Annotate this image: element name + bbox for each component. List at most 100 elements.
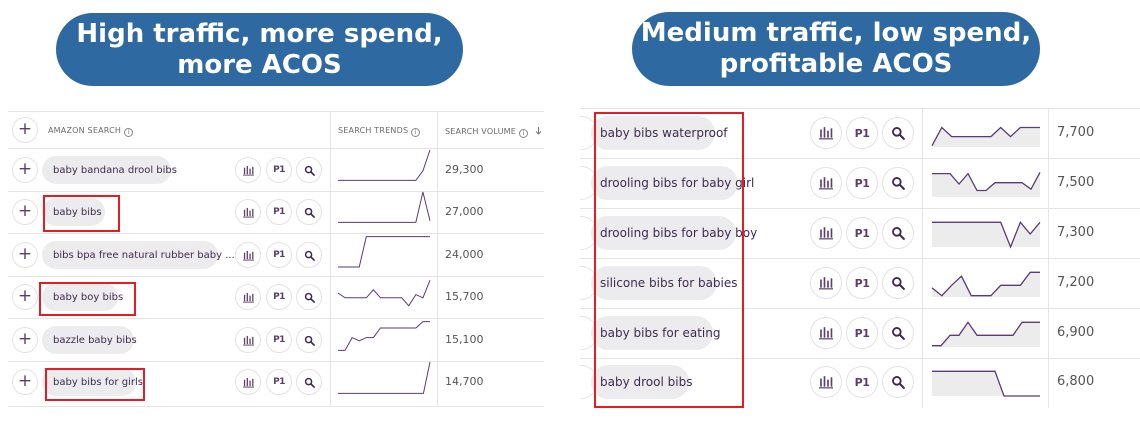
table-border xyxy=(580,108,1140,109)
search-amazon-button[interactable] xyxy=(296,157,322,183)
rank-icon: P1 xyxy=(854,226,870,240)
search-amazon-button[interactable] xyxy=(882,217,914,249)
banner-line: profitable ACOS xyxy=(719,49,953,79)
trend-line xyxy=(338,191,431,223)
plus-icon: + xyxy=(17,329,33,349)
search-amazon-button[interactable] xyxy=(296,284,322,310)
search-volume: 7,300 xyxy=(1057,225,1095,240)
search-amazon-button[interactable] xyxy=(296,199,322,225)
bar-chart-icon xyxy=(242,377,254,388)
trend-line xyxy=(338,321,430,351)
rank-button[interactable]: P1 xyxy=(266,157,292,183)
bar-chart-icon xyxy=(819,177,833,190)
keyword-stats-button[interactable] xyxy=(235,199,261,225)
highlight-box-baby-boy-bibs xyxy=(39,282,136,316)
rank-button[interactable]: P1 xyxy=(846,217,878,249)
keyword-stats-button[interactable] xyxy=(810,167,842,199)
keyword-stats-button[interactable] xyxy=(810,366,842,398)
table-border xyxy=(8,406,544,407)
info-icon[interactable]: i xyxy=(411,128,421,137)
search-icon xyxy=(304,377,315,388)
search-icon xyxy=(892,277,905,290)
search-volume: 15,700 xyxy=(445,290,484,303)
search-amazon-button[interactable] xyxy=(882,317,914,349)
search-icon xyxy=(304,250,315,261)
add-keyword-button[interactable]: + xyxy=(12,199,38,225)
keyword-chip[interactable]: bazzle baby bibs xyxy=(42,326,137,354)
header-search-volume[interactable]: SEARCH VOLUME i xyxy=(445,126,543,138)
banner-line: Medium traffic, low spend, xyxy=(640,18,1032,48)
info-icon[interactable]: i xyxy=(519,129,529,138)
search-amazon-button[interactable] xyxy=(296,327,322,353)
bar-chart-icon xyxy=(819,127,833,140)
search-amazon-button[interactable] xyxy=(882,267,914,299)
sort-down-icon[interactable] xyxy=(534,126,543,135)
banner-line: High traffic, more spend, xyxy=(76,18,443,49)
add-keyword-button[interactable]: + xyxy=(12,242,38,268)
keyword-stats-button[interactable] xyxy=(810,217,842,249)
keyword-stats-button[interactable] xyxy=(235,157,261,183)
plus-icon: + xyxy=(17,244,33,264)
header-label: AMAZON SEARCH xyxy=(48,126,122,135)
rank-icon: P1 xyxy=(273,335,285,345)
add-keyword-button[interactable]: + xyxy=(12,157,38,183)
rank-button[interactable]: P1 xyxy=(266,242,292,268)
rank-button[interactable]: P1 xyxy=(266,284,292,310)
trend-sparkline xyxy=(932,171,1041,197)
bar-chart-icon xyxy=(242,165,254,176)
add-keyword-button[interactable]: + xyxy=(12,369,38,395)
bar-chart-icon xyxy=(819,376,833,389)
trend-line xyxy=(338,361,431,394)
keyword-stats-button[interactable] xyxy=(235,327,261,353)
trend-sparkline xyxy=(931,126,1040,147)
rank-icon: P1 xyxy=(854,375,870,389)
keyword-stats-button[interactable] xyxy=(810,117,842,149)
rank-icon: P1 xyxy=(273,165,285,175)
search-amazon-button[interactable] xyxy=(296,242,322,268)
search-amazon-button[interactable] xyxy=(296,369,322,395)
rank-button[interactable]: P1 xyxy=(846,167,878,199)
search-amazon-button[interactable] xyxy=(882,117,914,149)
header-search-trends[interactable]: SEARCH TRENDS i xyxy=(338,126,421,137)
bar-chart-icon xyxy=(242,292,254,303)
keyword-chip[interactable]: bibs bpa free natural rubber baby ... xyxy=(42,241,235,269)
trend-sparkline xyxy=(338,149,431,181)
bar-chart-icon xyxy=(242,207,254,218)
rank-button[interactable]: P1 xyxy=(846,317,878,349)
rank-icon: P1 xyxy=(854,176,870,190)
search-volume: 15,100 xyxy=(445,333,484,346)
search-volume: 7,500 xyxy=(1057,175,1095,190)
keyword-stats-button[interactable] xyxy=(235,242,261,268)
keyword-stats-button[interactable] xyxy=(810,317,842,349)
search-volume: 7,700 xyxy=(1057,125,1095,140)
bar-chart-icon xyxy=(819,327,833,340)
rank-button[interactable]: P1 xyxy=(846,267,878,299)
search-icon xyxy=(304,165,315,176)
search-volume: 7,200 xyxy=(1057,275,1095,290)
rank-button[interactable]: P1 xyxy=(846,366,878,398)
plus-icon: + xyxy=(17,286,33,306)
rank-button[interactable]: P1 xyxy=(266,327,292,353)
plus-icon: + xyxy=(17,371,33,391)
search-amazon-button[interactable] xyxy=(882,366,914,398)
search-amazon-button[interactable] xyxy=(882,167,914,199)
header-amazon-search[interactable]: AMAZON SEARCH i xyxy=(48,126,134,137)
keyword-stats-button[interactable] xyxy=(235,284,261,310)
keyword-stats-button[interactable] xyxy=(810,267,842,299)
plus-icon: + xyxy=(17,201,33,221)
add-keyword-button[interactable]: + xyxy=(12,327,38,353)
info-icon[interactable]: i xyxy=(124,128,134,137)
keyword-stats-button[interactable] xyxy=(235,369,261,395)
search-icon xyxy=(892,177,905,190)
trend-sparkline xyxy=(932,370,1040,397)
rank-button[interactable]: P1 xyxy=(846,117,878,149)
plus-icon: + xyxy=(17,159,33,179)
rank-button[interactable]: P1 xyxy=(266,199,292,225)
add-all-button[interactable]: + xyxy=(12,117,38,143)
rank-icon: P1 xyxy=(273,207,285,217)
trend-sparkline xyxy=(932,321,1040,347)
add-keyword-button[interactable]: + xyxy=(12,284,38,310)
trend-sparkline xyxy=(337,280,431,307)
keyword-chip[interactable]: baby bandana drool bibs xyxy=(42,156,177,184)
rank-button[interactable]: P1 xyxy=(266,369,292,395)
